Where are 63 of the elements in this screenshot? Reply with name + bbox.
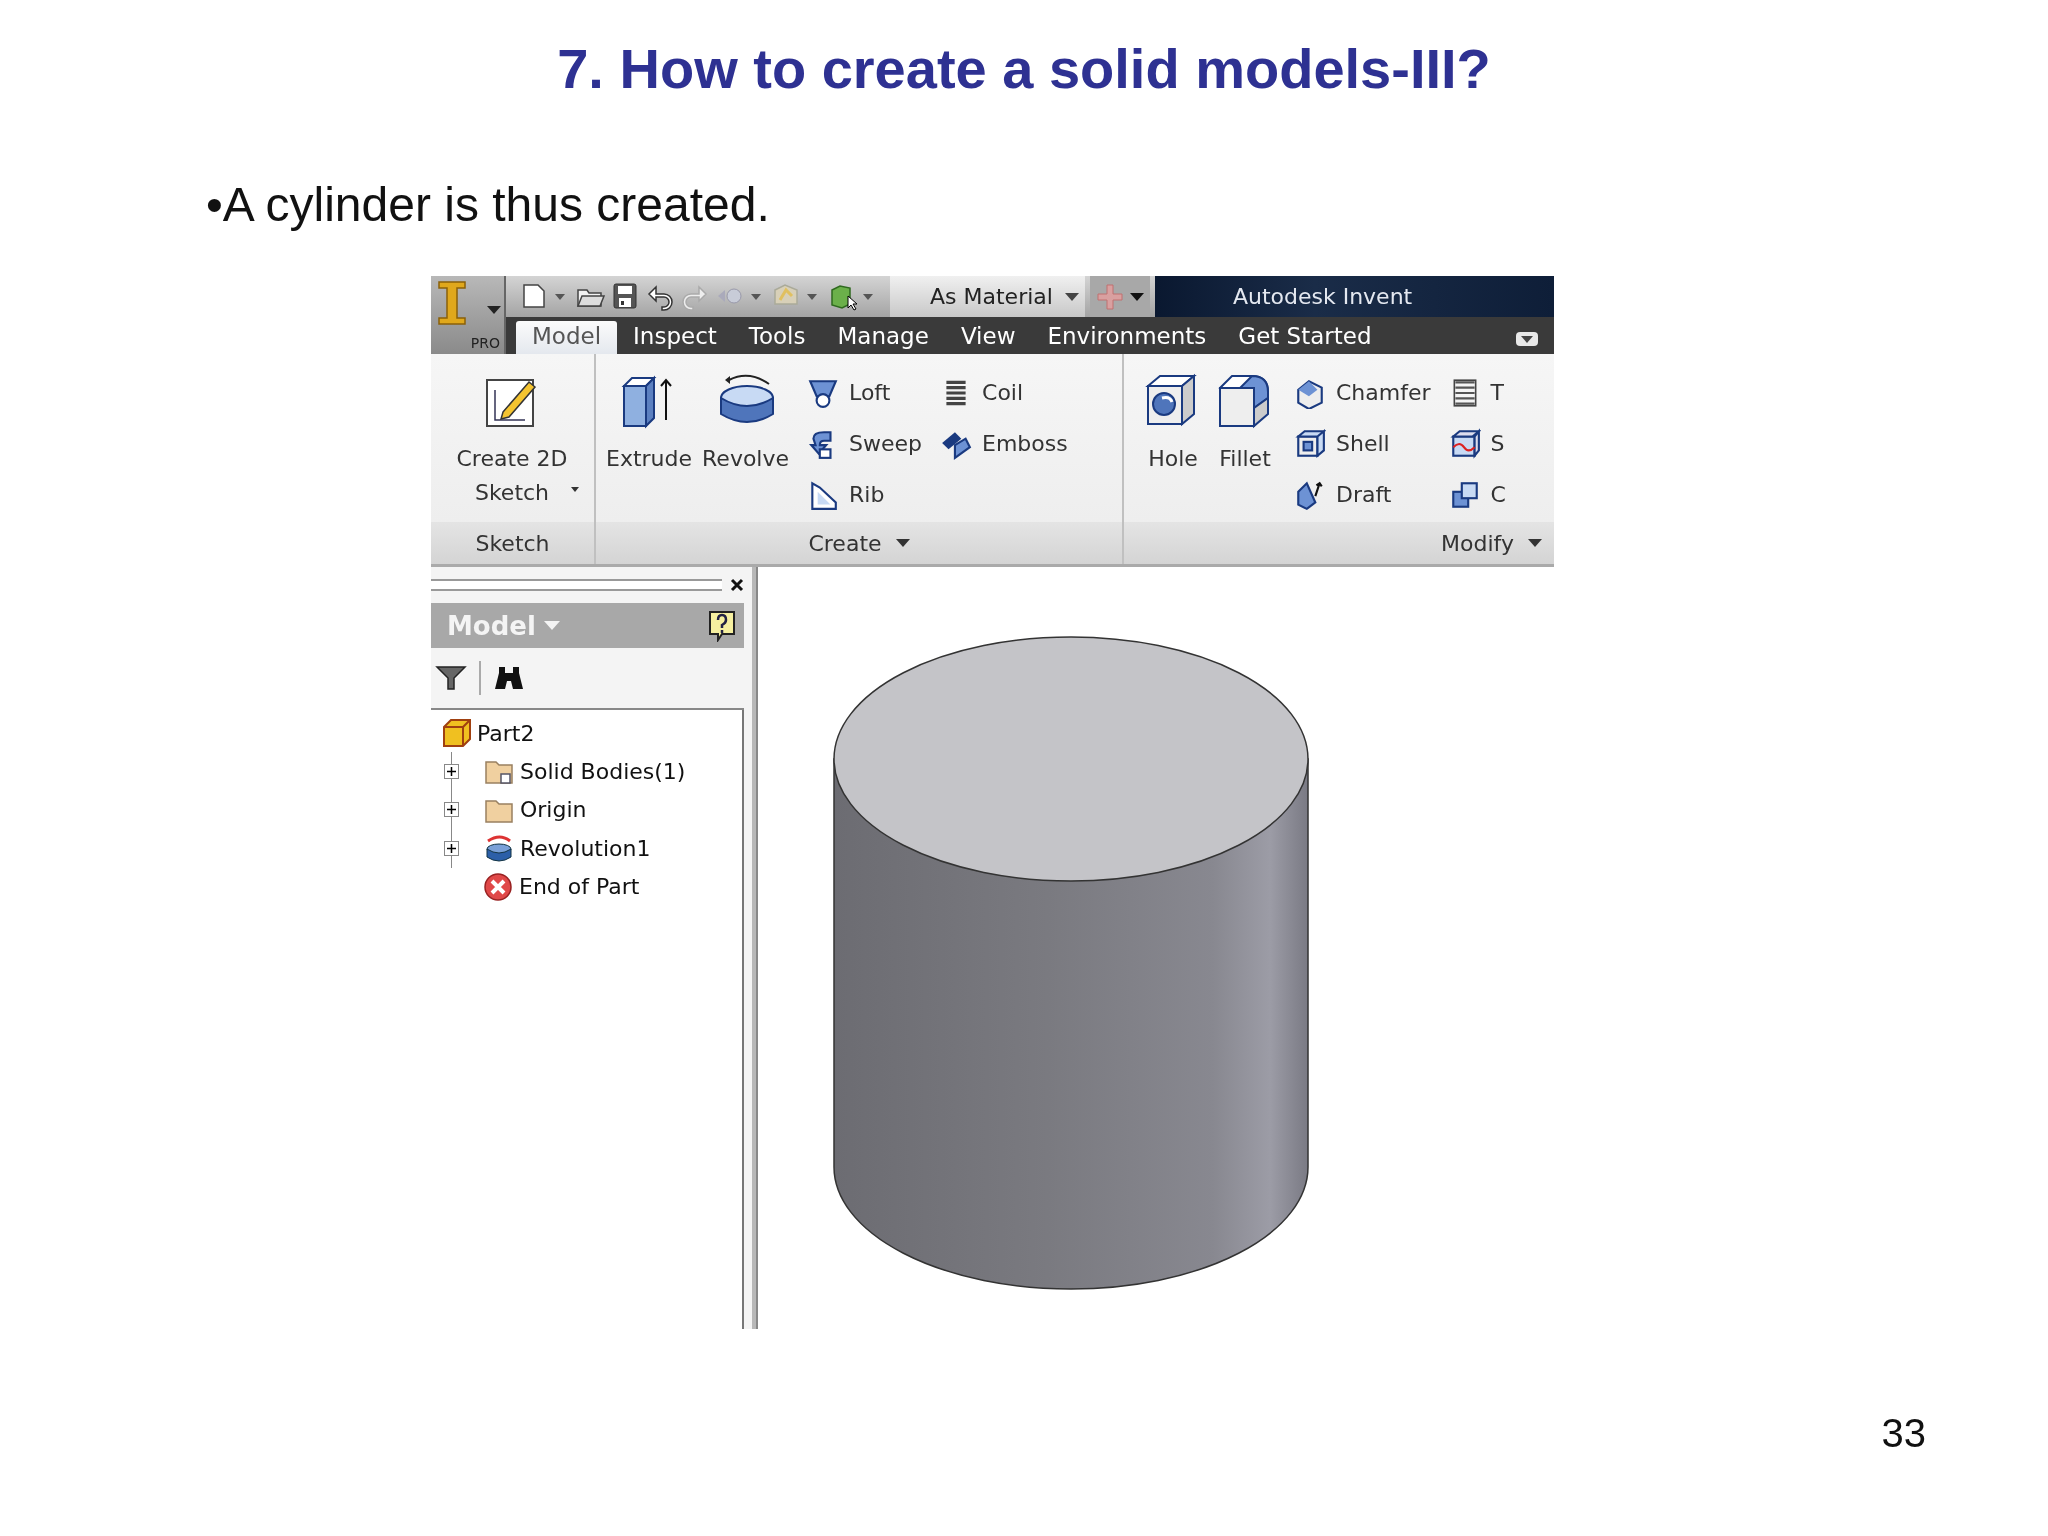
edition-label: PRO [470,335,500,351]
revolve-icon [484,833,514,864]
ribbon-tab[interactable]: Model [516,321,618,354]
appearance-dropdown[interactable]: As Material [890,276,1085,317]
caret-icon [1521,335,1533,343]
panel-title-button[interactable]: Sketch [431,522,594,564]
caret-icon [751,293,761,300]
caret-icon [571,487,579,492]
ribbon-tool-button[interactable]: Revolve [702,368,790,522]
binoculars-icon [493,664,525,692]
panel-title-button[interactable]: Create [596,522,1122,564]
caret-icon [1064,292,1079,301]
panel-grip[interactable] [431,579,722,591]
caret-icon [487,306,501,314]
ribbon-tool-button[interactable]: Draft [1294,474,1431,515]
ribbon-tool-button[interactable]: Hole [1142,368,1204,522]
caret-icon [1129,292,1144,301]
ribbon-tool-button[interactable]: Chamfer [1294,372,1431,413]
bullet-text: •A cylinder is thus created. [206,177,770,232]
ribbon-tool-button[interactable]: Shell [1294,423,1431,464]
tree-item[interactable]: End of Part [519,874,640,900]
letter-i-icon [435,278,469,328]
ribbon-tab[interactable]: Environments [1031,321,1223,354]
ribbon-tool-button[interactable]: T [1448,372,1506,413]
ribbon-tab[interactable]: Inspect [617,321,733,354]
window-title: Autodesk Invent [1154,276,1554,317]
ribbon-tool-button[interactable]: Extrude [606,368,693,522]
tree-item[interactable]: Solid Bodies(1) [520,758,686,784]
ribbon-tool-button[interactable]: Loft [807,372,923,413]
page-number: 33 [1881,1411,1926,1456]
tree-item[interactable]: Revolution1 [520,835,651,861]
caret-icon [555,293,565,300]
close-icon [730,578,744,592]
minimize-ribbon-button[interactable] [1516,332,1538,346]
stop-cross-icon [483,871,513,902]
split-icon [1448,427,1481,460]
filter-icon [435,664,467,692]
tree-item[interactable]: Origin [520,797,587,823]
tree-item[interactable]: Part2 [477,720,535,746]
ribbon-tool-button[interactable]: Sweep [807,423,923,464]
part-cube-icon [441,717,473,749]
ribbon-tool-button[interactable]: Rib [807,474,923,515]
ribbon-tool-button[interactable]: S [1448,423,1506,464]
caret-icon [863,293,873,300]
shell-icon [1294,427,1326,460]
ribbon-tool-button[interactable]: Fillet [1214,368,1276,522]
application-button[interactable]: PRO [431,276,506,354]
caret-icon [807,293,817,300]
caret-icon [895,539,910,547]
ribbon-tab[interactable]: View [944,321,1032,354]
caret-icon [543,621,560,630]
ribbon-tool-button[interactable]: Create 2D Sketch [437,368,587,522]
ribbon-tool-button[interactable]: C [1448,474,1506,515]
slide-title: 7. How to create a solid models-III? [557,36,1491,101]
ribbon-tool-button[interactable]: Emboss [940,423,1068,464]
caret-icon [1528,539,1542,547]
ribbon-tool-button[interactable]: Coil [940,372,1068,413]
ribbon-tab[interactable]: Get Started [1222,321,1388,354]
help-icon [708,609,736,642]
ribbon-tab[interactable]: Tools [732,321,822,354]
plus-icon [1095,282,1124,311]
panel-title-button[interactable]: Modify [1124,522,1554,564]
ribbon-tab[interactable]: Manage [821,321,945,354]
